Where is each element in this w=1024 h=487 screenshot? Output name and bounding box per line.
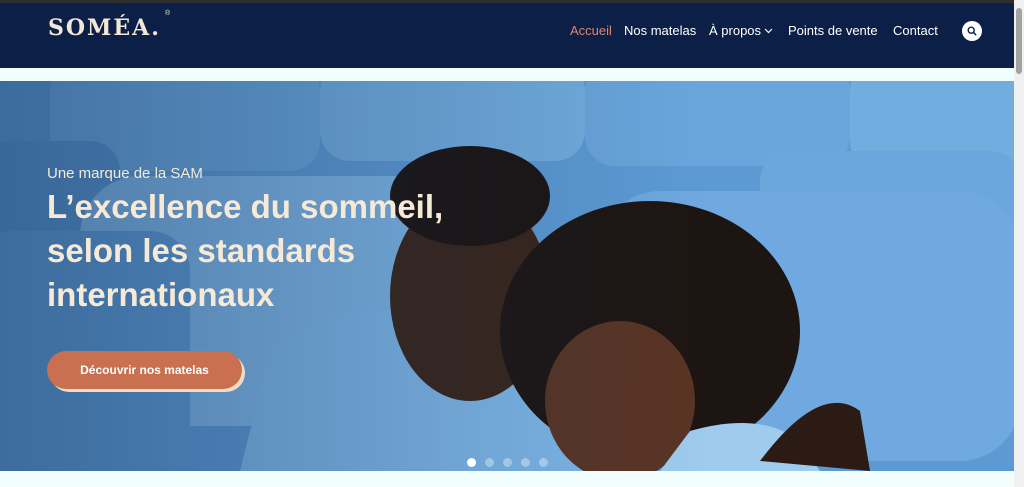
hero-headline: L’excellence du sommeil, selon les stand… <box>47 185 567 317</box>
hero-slider: Une marque de la SAM L’excellence du som… <box>0 81 1014 471</box>
slider-dot-2[interactable] <box>485 458 494 467</box>
slider-dot-5[interactable] <box>539 458 548 467</box>
nav-item-points-de-vente[interactable]: Points de vente <box>788 23 878 38</box>
main-nav: Accueil Nos matelas À propos Points de v… <box>0 23 1014 45</box>
hero-tagline: Une marque de la SAM <box>47 165 203 182</box>
scrollbar-thumb[interactable] <box>1016 8 1022 74</box>
site-header: SOMÉA. ® Accueil Nos matelas À propos Po… <box>0 3 1014 68</box>
hero-headline-line-2: selon les standards <box>47 232 356 269</box>
search-button[interactable] <box>962 21 982 41</box>
slider-dot-3[interactable] <box>503 458 512 467</box>
search-icon <box>967 26 977 36</box>
nav-item-a-propos-label: À propos <box>709 23 762 38</box>
slider-dot-4[interactable] <box>521 458 530 467</box>
nav-item-nos-matelas[interactable]: Nos matelas <box>624 23 696 38</box>
slider-dot-1[interactable] <box>467 458 476 467</box>
nav-item-a-propos[interactable]: À propos <box>709 23 773 38</box>
page-scrollbar[interactable] <box>1014 0 1024 487</box>
nav-item-accueil[interactable]: Accueil <box>570 23 612 38</box>
hero-headline-line-1: L’excellence du sommeil, <box>47 188 444 225</box>
hero-headline-line-3: internationaux <box>47 276 275 313</box>
chevron-down-icon <box>764 28 773 34</box>
nav-item-contact[interactable]: Contact <box>893 23 938 38</box>
discover-mattresses-button[interactable]: Découvrir nos matelas <box>47 351 242 389</box>
registered-mark: ® <box>165 10 171 17</box>
